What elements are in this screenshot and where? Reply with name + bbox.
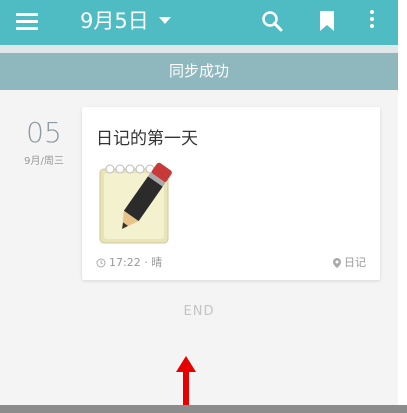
bookmark-icon[interactable] [319,10,335,32]
month-weekday: 9月/周三 [24,156,64,167]
search-icon[interactable] [261,10,283,32]
screen-edge [398,0,407,405]
banner-divider [0,45,398,53]
location-pin-icon [333,258,341,268]
entry-tag[interactable]: 日记 [333,254,366,270]
notebook-pencil-icon [99,162,172,244]
end-of-list-label: END [183,304,215,319]
more-vert-icon[interactable] [368,10,376,32]
entry-title: 日记的第一天 [96,129,198,149]
entry-time-weather: 17:22 · 晴 [96,254,162,270]
clock-icon [96,258,106,268]
caret-down-icon[interactable] [159,17,171,24]
menu-icon[interactable] [16,13,38,30]
red-up-arrow-icon [176,356,196,406]
bottom-bar [0,405,407,413]
day-number: 05 [26,116,62,149]
tag-text: 日记 [344,256,366,269]
diary-entry-card[interactable]: 日记的第一天 17:22 · 晴 日记 [82,107,380,280]
sync-status-banner: 同步成功 [0,53,398,90]
app-bar: 9月5日 [0,0,398,45]
time-weather-text: 17:22 · 晴 [109,256,163,269]
date-column: 05 9月/周三 [14,116,74,168]
date-title[interactable]: 9月5日 [80,7,149,35]
